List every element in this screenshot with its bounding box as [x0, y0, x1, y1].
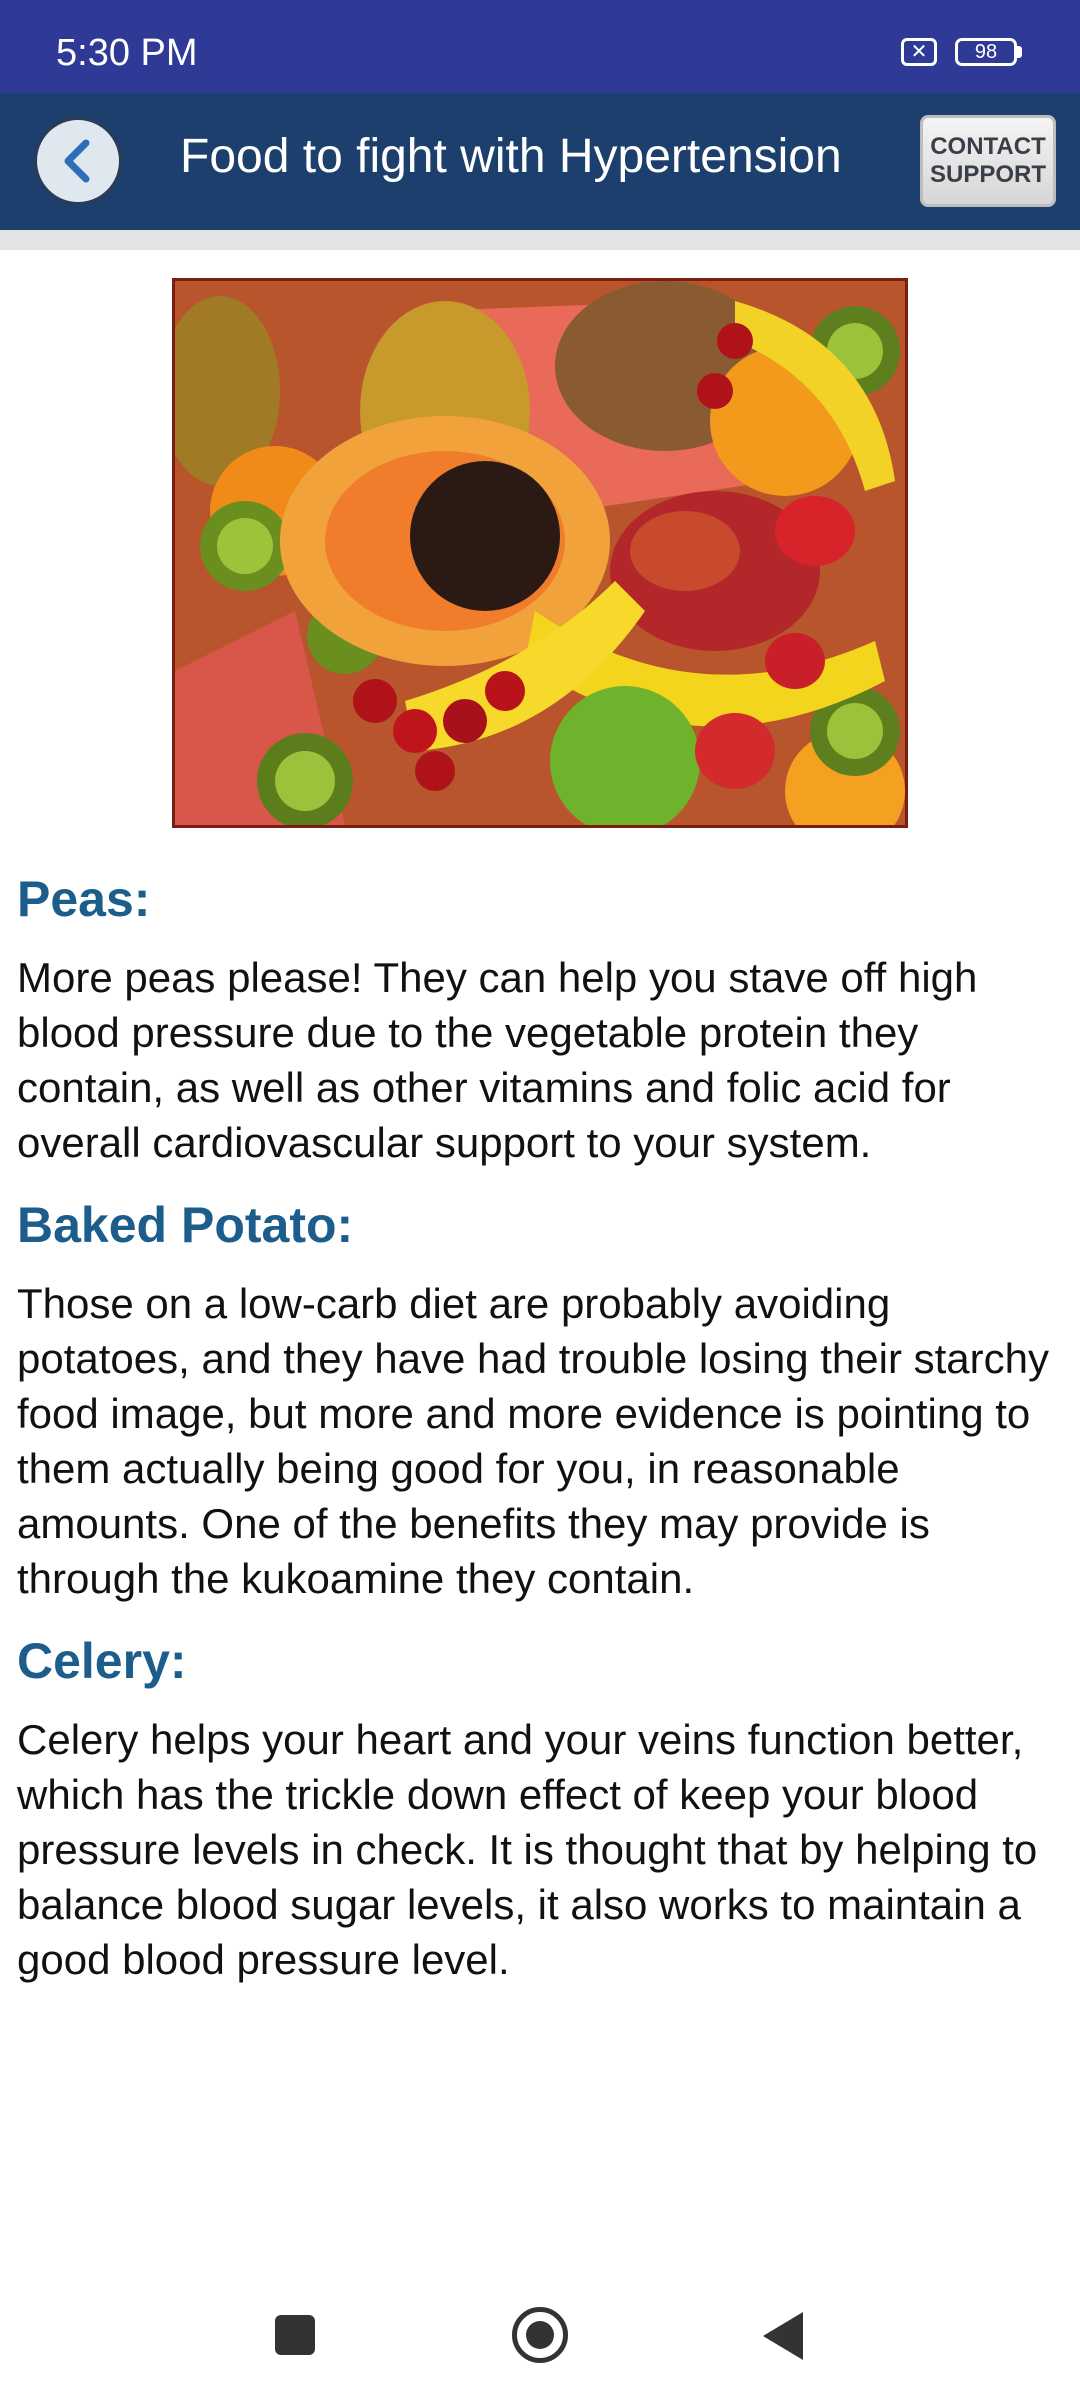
section-heading-peas: Peas: — [17, 871, 151, 927]
section-heading-celery: Celery: — [17, 1633, 187, 1689]
recents-button[interactable] — [275, 2315, 315, 2355]
app-bar: Food to fight with Hypertension CONTACT … — [0, 93, 1080, 230]
fruit-image — [172, 278, 908, 828]
contact-support-button[interactable]: CONTACT SUPPORT — [920, 115, 1056, 207]
section-text-peas: More peas please! They can help you stav… — [17, 954, 978, 1166]
system-back-button[interactable] — [763, 2312, 803, 2360]
article-content: Peas: More peas please! They can help yo… — [17, 870, 1057, 2013]
divider — [0, 230, 1080, 250]
status-icons: ✕ 98 — [901, 38, 1022, 66]
contact-support-label-1: CONTACT — [930, 133, 1046, 161]
status-bar: 5:30 PM ✕ 98 — [0, 0, 1080, 93]
fruit-illustration — [175, 281, 905, 825]
section-text-baked-potato: Those on a low-carb diet are probably av… — [17, 1280, 1049, 1602]
battery-level: 98 — [955, 38, 1017, 66]
section-text-celery: Celery helps your heart and your veins f… — [17, 1716, 1038, 1983]
battery-icon: 98 — [955, 38, 1022, 66]
back-button[interactable] — [34, 117, 122, 205]
section-heading-baked-potato: Baked Potato: — [17, 1197, 354, 1253]
page-title: Food to fight with Hypertension — [180, 130, 842, 183]
chevron-left-icon — [64, 139, 90, 183]
home-button[interactable] — [512, 2307, 568, 2363]
status-time: 5:30 PM — [56, 32, 198, 74]
system-nav-bar — [0, 2270, 1080, 2400]
no-sim-icon: ✕ — [901, 38, 937, 66]
contact-support-label-2: SUPPORT — [929, 161, 1046, 188]
